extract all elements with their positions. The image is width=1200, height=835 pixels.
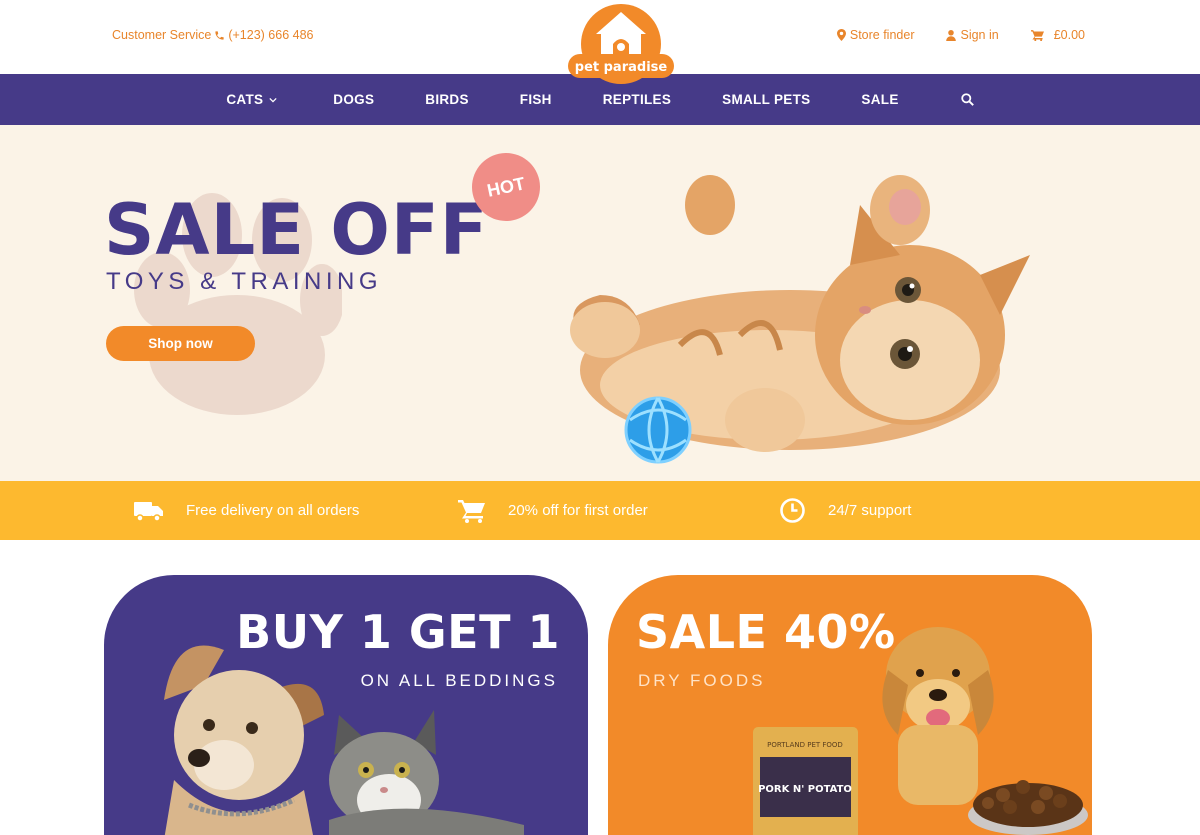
feature-first-order: 20% off for first order [458,481,648,540]
shop-now-button[interactable]: Shop now [106,326,255,361]
nav-item-sale[interactable]: SALE [861,92,898,107]
hero-banner: SALE OFF TOYS & TRAINING HOT Shop now [0,125,1200,481]
cart-icon [458,499,485,523]
chevron-down-icon [269,97,277,102]
feature-support: 24/7 support [779,481,911,540]
store-finder-link[interactable]: Store finder [836,28,915,42]
nav-item-fish[interactable]: FISH [520,92,552,107]
nav-item-birds[interactable]: BIRDS [425,92,469,107]
puppy-and-food-image: PORTLAND PET FOOD PORK N' POTATO [753,627,1088,835]
nav-label: DOGS [333,92,375,107]
top-actions: Store finder Sign in £0.00 [836,28,1085,42]
user-icon [946,29,957,41]
nav-label: REPTILES [602,92,672,107]
logo-text: pet paradise [575,60,668,75]
map-pin-icon [836,29,846,41]
search-icon [960,93,974,106]
phone-link[interactable]: (+123) 666 486 [228,28,313,42]
sign-in-link[interactable]: Sign in [946,28,999,42]
product-brand: PORTLAND PET FOOD [767,741,843,749]
dog-and-cat-image [164,645,524,835]
hero-title: SALE OFF [104,189,489,271]
clock-icon [780,498,805,523]
search-button[interactable] [960,93,974,106]
nav-item-cats[interactable]: CATS [226,92,277,107]
nav-item-reptiles[interactable]: REPTILES [603,92,671,107]
nav-item-small-pets[interactable]: SMALL PETS [722,92,810,107]
sign-in-label: Sign in [960,28,999,42]
promo-card-dry-foods[interactable]: SALE 40% DRY FOODS PORTLAND PET FOOD POR… [608,575,1092,835]
nav-label: FISH [519,92,552,107]
customer-service-label: Customer Service [112,28,212,42]
nav-label: SALE [861,92,899,107]
cart-link[interactable]: £0.00 [1030,28,1085,42]
pet-paradise-logo[interactable]: pet paradise [566,4,676,86]
feature-text: 24/7 support [828,502,912,519]
cart-total: £0.00 [1053,28,1085,42]
nav-label: BIRDS [425,92,469,107]
promo-card-beddings[interactable]: BUY 1 GET 1 ON ALL BEDDINGS [104,575,588,835]
kitten-image [570,175,1030,464]
nav-label: SMALL PETS [722,92,811,107]
hero-subtitle: TOYS & TRAINING [106,268,382,295]
page: Customer Service (+123) 666 486 Store fi… [0,0,1200,835]
cart-icon [1030,29,1044,41]
truck-icon [134,501,163,522]
feature-free-delivery: Free delivery on all orders [134,481,359,540]
customer-service: Customer Service (+123) 666 486 [112,28,313,42]
phone-icon [215,30,224,40]
features-bar: Free delivery on all orders 20% off for … [0,481,1200,540]
nav-item-dogs[interactable]: DOGS [333,92,374,107]
product-name: PORK N' POTATO [758,784,852,795]
feature-text: 20% off for first order [508,502,648,519]
promo-subtitle: DRY FOODS [638,671,766,690]
nav-label: CATS [226,92,264,107]
store-finder-label: Store finder [849,28,915,42]
feature-text: Free delivery on all orders [186,502,360,519]
nav-list: CATS DOGS BIRDS FISH REPTILES SMALL PETS… [226,92,974,107]
